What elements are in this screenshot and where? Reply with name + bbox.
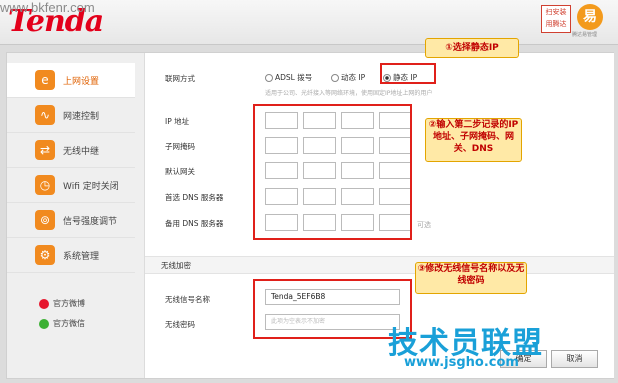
radio-adsl-label: ADSL 拨号 — [275, 73, 313, 82]
ip-label: IP 地址 — [165, 117, 190, 126]
sidebar-item-label: 无线中继 — [63, 146, 100, 157]
header-bar: Tenda www.bkfenr.com 扫安装 用腾达 易 腾达易管理 — [0, 0, 618, 45]
sidebar-item-label: 网速控制 — [63, 111, 100, 122]
wechat-icon — [39, 318, 49, 329]
overlay-watermark-url: www.jsgho.com — [404, 355, 519, 370]
sidebar-item-label: 系统管理 — [63, 251, 100, 262]
ssid-label: 无线信号名称 — [165, 295, 210, 304]
site-watermark: www.bkfenr.com — [0, 0, 95, 15]
brand-caption: 腾达易管理 — [572, 32, 598, 38]
clock-icon: ◷ — [35, 175, 55, 195]
sidebar-item-relay[interactable]: ⇄ 无线中继 — [7, 133, 135, 168]
dns2-label: 备用 DNS 服务器 — [165, 219, 224, 228]
sidebar-item-internet[interactable]: e 上网设置 — [7, 63, 135, 98]
speed-icon: ∿ — [35, 105, 55, 125]
sidebar-item-wifi-timer[interactable]: ◷ Wifi 定时关闭 — [7, 168, 135, 203]
app-download-button[interactable]: 扫安装 用腾达 — [541, 5, 571, 33]
signal-icon: ⊚ — [35, 210, 55, 230]
callout-step1: ①选择静态IP — [425, 38, 519, 58]
wechat-label: 官方微信 — [53, 319, 85, 328]
sidebar-item-label: 信号强度调节 — [63, 216, 118, 227]
radio-button[interactable] — [265, 74, 273, 82]
gateway-label: 默认网关 — [165, 167, 195, 176]
brand-mark-icon: 易 — [577, 4, 603, 30]
radio-dynamic-label: 动态 IP — [341, 73, 366, 82]
sidebar-item-label: Wifi 定时关闭 — [63, 181, 119, 192]
cancel-button[interactable]: 取消 — [551, 350, 598, 368]
mask-label: 子网掩码 — [165, 142, 195, 151]
sidebar-item-label: 上网设置 — [63, 76, 100, 87]
dns1-label: 首选 DNS 服务器 — [165, 193, 224, 202]
password-label: 无线密码 — [165, 320, 195, 329]
mode-hint: 适用于公司、光纤接入等网络环境，使用固定IP地址上网的用户 — [265, 90, 433, 97]
sidebar-item-signal[interactable]: ⊚ 信号强度调节 — [7, 203, 135, 238]
wechat-link[interactable]: 官方微信 — [39, 318, 85, 329]
highlight-static-ip — [380, 63, 436, 84]
radio-adsl[interactable]: ADSL 拨号 — [265, 72, 312, 83]
sidebar-item-speed[interactable]: ∿ 网速控制 — [7, 98, 135, 133]
highlight-ip-fields — [253, 104, 412, 240]
wireless-section-title: 无线加密 — [145, 256, 614, 274]
callout-step3: ③修改无线信号名称以及无线密码 — [415, 262, 527, 294]
weibo-icon — [39, 298, 49, 309]
gear-icon: ⚙ — [35, 245, 55, 265]
optional-note: 可选 — [417, 221, 431, 229]
weibo-label: 官方微博 — [53, 299, 85, 308]
weibo-link[interactable]: 官方微博 — [39, 298, 85, 309]
mode-label: 联网方式 — [165, 74, 195, 83]
sidebar: e 上网设置 ∿ 网速控制 ⇄ 无线中继 ◷ Wifi 定时关闭 ⊚ 信号强度调… — [7, 63, 135, 273]
callout-step2: ②输入第二步记录的IP地址、子网掩码、网关、DNS — [425, 118, 522, 162]
radio-button[interactable] — [331, 74, 339, 82]
ie-icon: e — [35, 70, 55, 90]
sidebar-item-system[interactable]: ⚙ 系统管理 — [7, 238, 135, 273]
radio-dynamic-ip[interactable]: 动态 IP — [331, 72, 365, 83]
relay-icon: ⇄ — [35, 140, 55, 160]
